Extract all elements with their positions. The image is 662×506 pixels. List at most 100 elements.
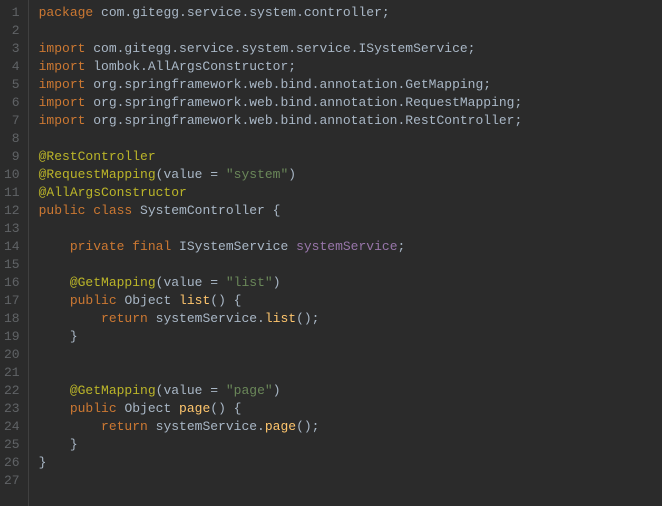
token-pkg: lombok.AllArgsConstructor; [93, 59, 296, 74]
token-kw: import [39, 41, 94, 56]
code-line: package com.gitegg.service.system.contro… [39, 4, 523, 22]
token-paren: (); [296, 311, 319, 326]
token-pkg: } [39, 329, 78, 344]
code-line: import lombok.AllArgsConstructor; [39, 58, 523, 76]
token-paren: () { [210, 401, 241, 416]
token-paren: () { [210, 293, 241, 308]
code-line: return systemService.list(); [39, 310, 523, 328]
line-number: 8 [4, 130, 20, 148]
token-type: Object [124, 293, 179, 308]
code-line: } [39, 436, 523, 454]
token-type: Object [124, 401, 179, 416]
code-line [39, 364, 523, 382]
token-pkg: } [39, 437, 78, 452]
code-line: public class SystemController { [39, 202, 523, 220]
token-method: list [265, 311, 296, 326]
token-kw: import [39, 113, 94, 128]
code-line: @RequestMapping(value = "system") [39, 166, 523, 184]
code-line [39, 130, 523, 148]
line-number: 9 [4, 148, 20, 166]
token-ann: @GetMapping [70, 275, 156, 290]
code-content[interactable]: package com.gitegg.service.system.contro… [29, 0, 523, 506]
token-pkg: ; [398, 239, 406, 254]
token-paren: (); [296, 419, 319, 434]
code-line: public Object list() { [39, 292, 523, 310]
token-paren: ) [273, 275, 281, 290]
line-number: 22 [4, 382, 20, 400]
token-kw: return [101, 419, 156, 434]
line-number: 4 [4, 58, 20, 76]
token-pkg [39, 239, 70, 254]
token-str: "list" [226, 275, 273, 290]
line-number: 12 [4, 202, 20, 220]
token-ann: @RestController [39, 149, 156, 164]
token-pkg [39, 293, 70, 308]
code-line [39, 220, 523, 238]
token-paren: (value = [156, 167, 226, 182]
token-type: ISystemService [179, 239, 296, 254]
line-number: 19 [4, 328, 20, 346]
line-number: 2 [4, 22, 20, 40]
code-line: public Object page() { [39, 400, 523, 418]
line-number: 13 [4, 220, 20, 238]
line-number: 21 [4, 364, 20, 382]
token-paren: (value = [156, 275, 226, 290]
code-line: import org.springframework.web.bind.anno… [39, 76, 523, 94]
line-number: 11 [4, 184, 20, 202]
token-pkg: com.gitegg.service.system.service.ISyste… [93, 41, 475, 56]
code-line: import org.springframework.web.bind.anno… [39, 94, 523, 112]
line-number: 26 [4, 454, 20, 472]
token-type: SystemController { [140, 203, 280, 218]
code-line: @RestController [39, 148, 523, 166]
token-ann: @AllArgsConstructor [39, 185, 187, 200]
code-line [39, 346, 523, 364]
token-paren: ) [273, 383, 281, 398]
line-number: 27 [4, 472, 20, 490]
line-number: 5 [4, 76, 20, 94]
token-str: "page" [226, 383, 273, 398]
token-pkg [39, 419, 101, 434]
token-pkg: org.springframework.web.bind.annotation.… [93, 77, 491, 92]
token-pkg: systemService. [156, 311, 265, 326]
code-line: } [39, 454, 523, 472]
token-kw: import [39, 95, 94, 110]
token-kw: public class [39, 203, 140, 218]
code-line [39, 472, 523, 490]
token-ann: @GetMapping [70, 383, 156, 398]
code-line: @AllArgsConstructor [39, 184, 523, 202]
code-editor: 1234567891011121314151617181920212223242… [0, 0, 662, 506]
token-method: page [265, 419, 296, 434]
token-pkg: org.springframework.web.bind.annotation.… [93, 113, 522, 128]
token-ann: @RequestMapping [39, 167, 156, 182]
line-number: 3 [4, 40, 20, 58]
token-kw: private final [70, 239, 179, 254]
token-method: page [179, 401, 210, 416]
token-pkg: systemService. [156, 419, 265, 434]
token-pkg: com.gitegg.service.system.controller; [101, 5, 390, 20]
token-kw: package [39, 5, 101, 20]
token-kw: import [39, 59, 94, 74]
line-number: 23 [4, 400, 20, 418]
line-number: 6 [4, 94, 20, 112]
token-method: list [179, 293, 210, 308]
code-line: } [39, 328, 523, 346]
line-number: 20 [4, 346, 20, 364]
line-number: 15 [4, 256, 20, 274]
code-line: return systemService.page(); [39, 418, 523, 436]
code-line: private final ISystemService systemServi… [39, 238, 523, 256]
line-number: 10 [4, 166, 20, 184]
code-line: import com.gitegg.service.system.service… [39, 40, 523, 58]
code-line [39, 256, 523, 274]
token-kw: public [70, 293, 125, 308]
code-line: @GetMapping(value = "list") [39, 274, 523, 292]
line-number: 25 [4, 436, 20, 454]
line-number: 1 [4, 4, 20, 22]
token-field: systemService [296, 239, 397, 254]
line-number: 17 [4, 292, 20, 310]
line-number: 16 [4, 274, 20, 292]
token-kw: return [101, 311, 156, 326]
token-pkg [39, 275, 70, 290]
line-number-gutter: 1234567891011121314151617181920212223242… [0, 0, 29, 506]
token-paren: ) [288, 167, 296, 182]
token-pkg [39, 383, 70, 398]
